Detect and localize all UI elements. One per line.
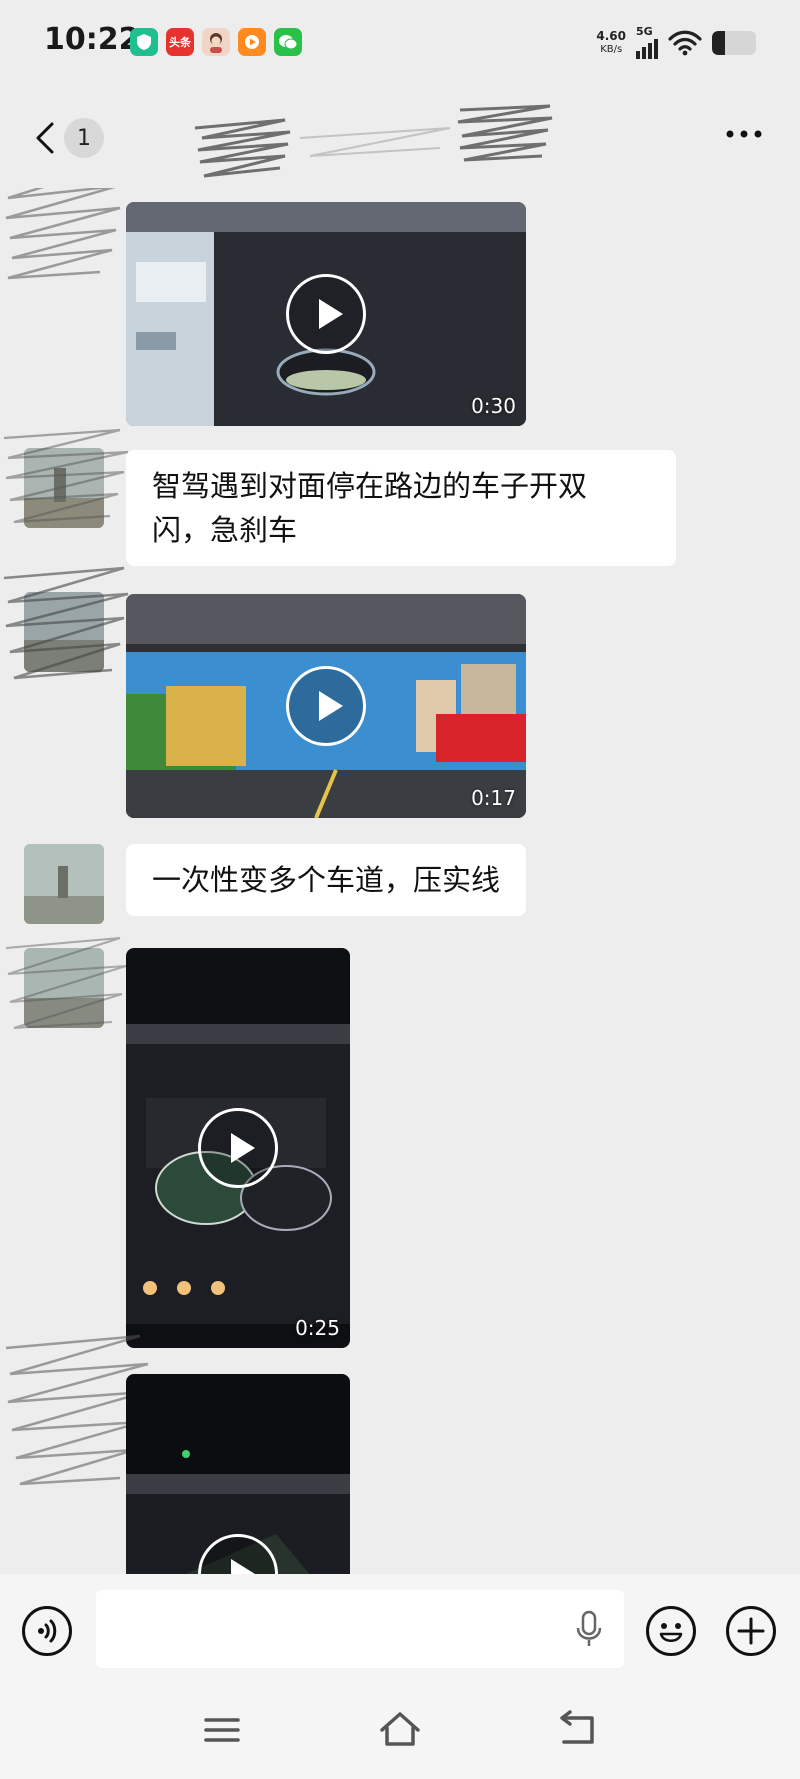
video-message[interactable]: 0:25 [126,948,350,1348]
play-icon[interactable] [286,666,366,746]
unread-count-badge[interactable]: 1 [64,118,104,158]
status-bar: 10:22 头条 4.60 KB/s 5G [0,0,800,88]
network-speed-value: 4.60 [596,28,626,43]
battery-icon [712,30,756,55]
video-duration: 0:30 [471,394,516,418]
network-type: 5G [636,25,653,38]
wechat-app-icon [274,28,302,56]
back-icon[interactable] [556,1710,600,1750]
back-arrow-icon[interactable] [30,118,60,158]
avatar[interactable] [24,448,104,528]
video-message[interactable] [126,1374,350,1574]
more-options-icon[interactable] [724,128,764,140]
system-indicators: 4.60 KB/s 5G [596,26,756,59]
message-input[interactable] [96,1590,624,1668]
add-attachment-button[interactable] [726,1606,776,1656]
network-speed: 4.60 KB/s [596,28,626,56]
video-duration: 0:17 [471,786,516,810]
security-app-icon [130,28,158,56]
avatar[interactable] [24,844,104,924]
avatar[interactable] [24,948,104,1028]
microphone-icon[interactable] [576,1610,602,1648]
chat-header: 1 [0,88,800,188]
redacted-avatar-scribble [5,188,121,280]
text-message[interactable]: 智驾遇到对面停在路边的车子开双 闪，急刹车 [126,450,676,566]
avatar[interactable] [24,592,104,672]
voice-mode-button[interactable] [22,1606,72,1656]
plus-icon [737,1617,765,1645]
emoji-icon [659,1623,683,1642]
video-duration: 0:25 [295,1316,340,1340]
message-text: 一次性变多个车道，压实线 [152,863,501,897]
avatar-app-icon [202,28,230,56]
voice-wave-icon [38,1619,57,1643]
network-speed-unit: KB/s [600,43,623,55]
notification-icons: 头条 [130,28,302,56]
signal-icon [636,37,658,59]
system-nav-bar [0,1684,800,1779]
redacted-chat-title [194,104,553,178]
wifi-icon [668,30,702,55]
home-icon[interactable] [378,1710,422,1750]
message-text: 智驾遇到对面停在路边的车子开双 闪，急刹车 [152,469,588,547]
cellular-indicator: 5G [636,26,658,59]
emoji-button[interactable] [646,1606,696,1656]
video-message[interactable]: 0:30 [126,202,526,426]
message-list[interactable]: 0:30 智驾遇到对面停在路边的车子开双 闪，急刹车 0:17 一次性变多个车道… [0,188,800,1574]
text-message[interactable]: 一次性变多个车道，压实线 [126,844,527,916]
play-icon[interactable] [198,1108,278,1188]
menu-icon[interactable] [200,1710,244,1750]
battery-level [712,30,726,55]
input-bar [0,1574,800,1684]
toutiao-app-icon: 头条 [166,28,194,56]
clock: 10:22 [44,22,140,57]
video-app-icon [238,28,266,56]
play-icon[interactable] [286,274,366,354]
video-message[interactable]: 0:17 [126,594,526,818]
